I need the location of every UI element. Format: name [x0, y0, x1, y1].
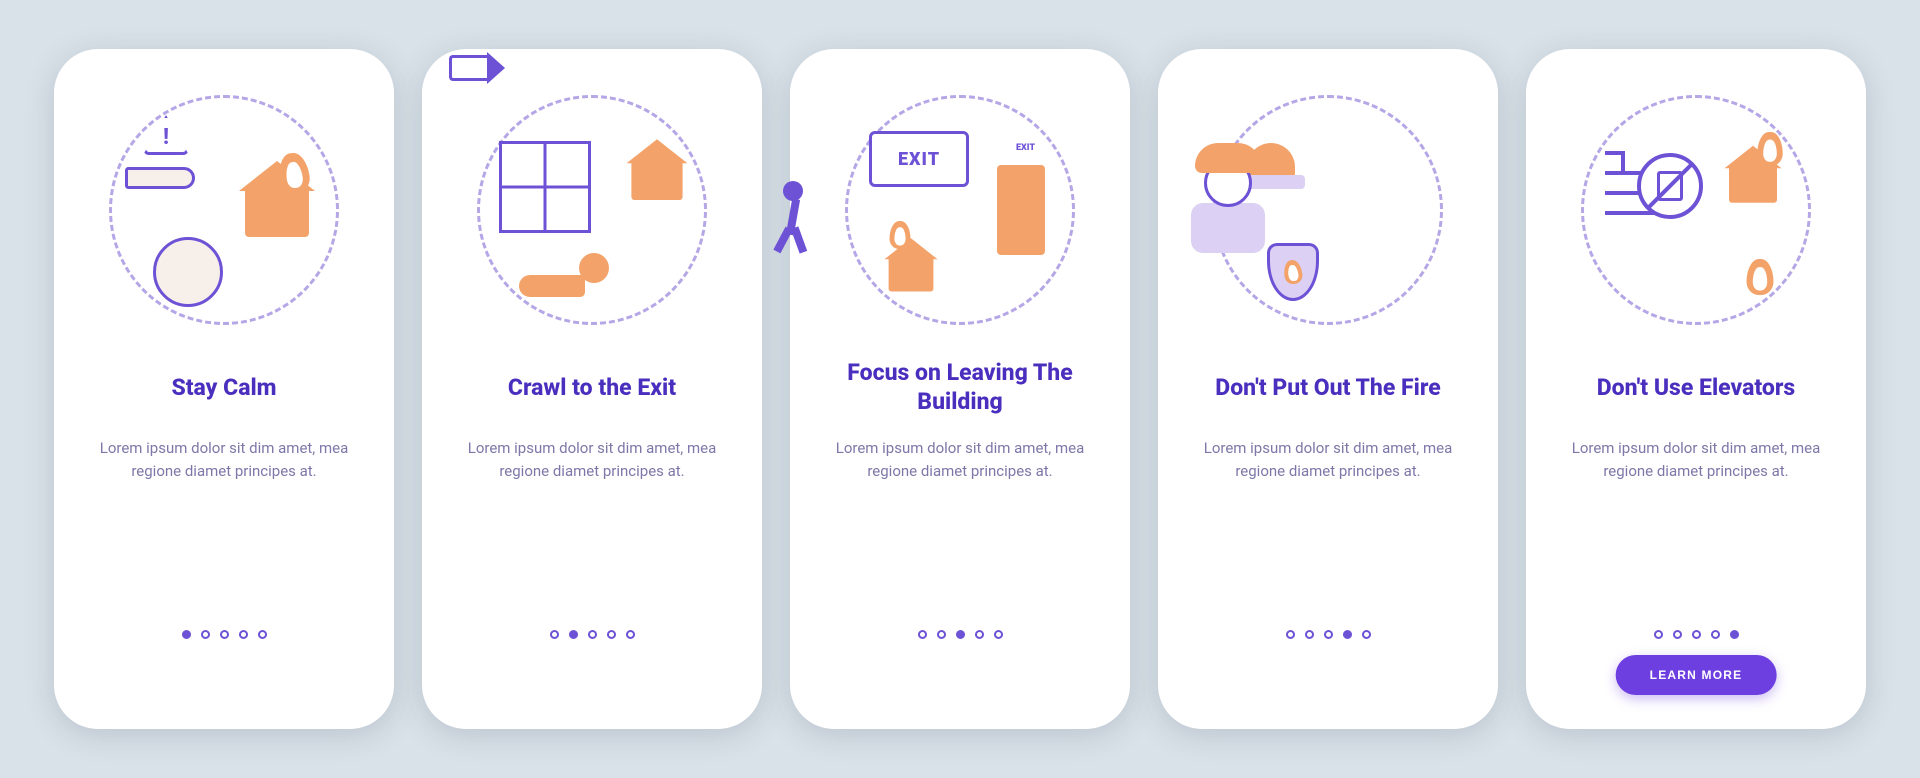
page-indicator	[422, 630, 762, 639]
card-title: Don't Put Out The Fire	[1209, 359, 1446, 417]
arrow-right-icon	[449, 55, 487, 81]
person-crawling-icon	[519, 253, 609, 297]
flame-icon	[1757, 132, 1783, 166]
page-dot[interactable]	[1711, 630, 1720, 639]
page-dot[interactable]	[956, 630, 965, 639]
illustration-stay-calm: !	[109, 95, 339, 325]
onboarding-cards-row: ! Stay Calm Lorem ipsum dolor sit dim am…	[14, 9, 1906, 769]
burning-house-icon	[889, 257, 934, 292]
calm-mind-gear-icon	[153, 237, 223, 307]
exit-label-icon: EXIT	[1016, 143, 1035, 153]
card-body: Lorem ipsum dolor sit dim amet, mea regi…	[1186, 437, 1470, 484]
onboarding-card-stay-calm: ! Stay Calm Lorem ipsum dolor sit dim am…	[54, 49, 394, 729]
illustration-crawl	[477, 95, 707, 325]
page-dot[interactable]	[626, 630, 635, 639]
page-dot[interactable]	[1692, 630, 1701, 639]
card-body: Lorem ipsum dolor sit dim amet, mea regi…	[450, 437, 734, 484]
flame-icon	[1747, 259, 1774, 295]
page-dot[interactable]	[1324, 630, 1333, 639]
page-dot[interactable]	[220, 630, 229, 639]
firefighter-icon	[1185, 143, 1271, 253]
page-dot[interactable]	[550, 630, 559, 639]
illustration-leave-building: EXIT EXIT	[845, 95, 1075, 325]
open-hand-icon	[125, 167, 195, 189]
card-body: Lorem ipsum dolor sit dim amet, mea regi…	[818, 437, 1102, 484]
illustration-no-elevators	[1581, 95, 1811, 325]
card-body: Lorem ipsum dolor sit dim amet, mea regi…	[1554, 437, 1838, 484]
onboarding-card-leave-building: EXIT EXIT Focus on Leaving The Building …	[790, 49, 1130, 729]
page-dot[interactable]	[1673, 630, 1682, 639]
flame-icon	[890, 221, 911, 249]
page-dot[interactable]	[569, 630, 578, 639]
page-dot[interactable]	[258, 630, 267, 639]
page-indicator	[1158, 630, 1498, 639]
page-dot[interactable]	[239, 630, 248, 639]
person-running-icon	[771, 181, 813, 253]
illustration-dont-put-out	[1213, 95, 1443, 325]
page-dot[interactable]	[975, 630, 984, 639]
page-dot[interactable]	[1654, 630, 1663, 639]
page-dot[interactable]	[1730, 630, 1739, 639]
page-dot[interactable]	[607, 630, 616, 639]
page-dot[interactable]	[937, 630, 946, 639]
page-dot[interactable]	[1343, 630, 1352, 639]
page-dot[interactable]	[1362, 630, 1371, 639]
page-dot[interactable]	[1286, 630, 1295, 639]
card-title: Focus on Leaving The Building	[818, 359, 1102, 417]
page-dot[interactable]	[918, 630, 927, 639]
card-title: Stay Calm	[165, 359, 282, 417]
page-indicator	[54, 630, 394, 639]
no-elevator-icon	[1637, 153, 1703, 219]
card-title: Don't Use Elevators	[1591, 359, 1801, 417]
page-dot[interactable]	[182, 630, 191, 639]
onboarding-card-no-elevators: Don't Use Elevators Lorem ipsum dolor si…	[1526, 49, 1866, 729]
card-title: Crawl to the Exit	[502, 359, 682, 417]
page-dot[interactable]	[994, 630, 1003, 639]
house-on-fire-icon	[245, 187, 309, 237]
smoke-house-icon	[631, 160, 682, 200]
house-on-fire-icon	[1729, 165, 1777, 203]
exit-door-icon	[997, 165, 1045, 255]
page-indicator	[790, 630, 1130, 639]
flame-icon	[1282, 259, 1303, 285]
card-body: Lorem ipsum dolor sit dim amet, mea regi…	[82, 437, 366, 484]
onboarding-card-dont-put-out: Don't Put Out The Fire Lorem ipsum dolor…	[1158, 49, 1498, 729]
learn-more-button[interactable]: LEARN MORE	[1616, 655, 1777, 695]
floor-plan-icon	[499, 141, 591, 233]
page-indicator	[1526, 630, 1866, 639]
page-dot[interactable]	[1305, 630, 1314, 639]
onboarding-card-crawl: Crawl to the Exit Lorem ipsum dolor sit …	[422, 49, 762, 729]
exit-sign-icon: EXIT	[869, 131, 969, 187]
page-dot[interactable]	[201, 630, 210, 639]
page-dot[interactable]	[588, 630, 597, 639]
